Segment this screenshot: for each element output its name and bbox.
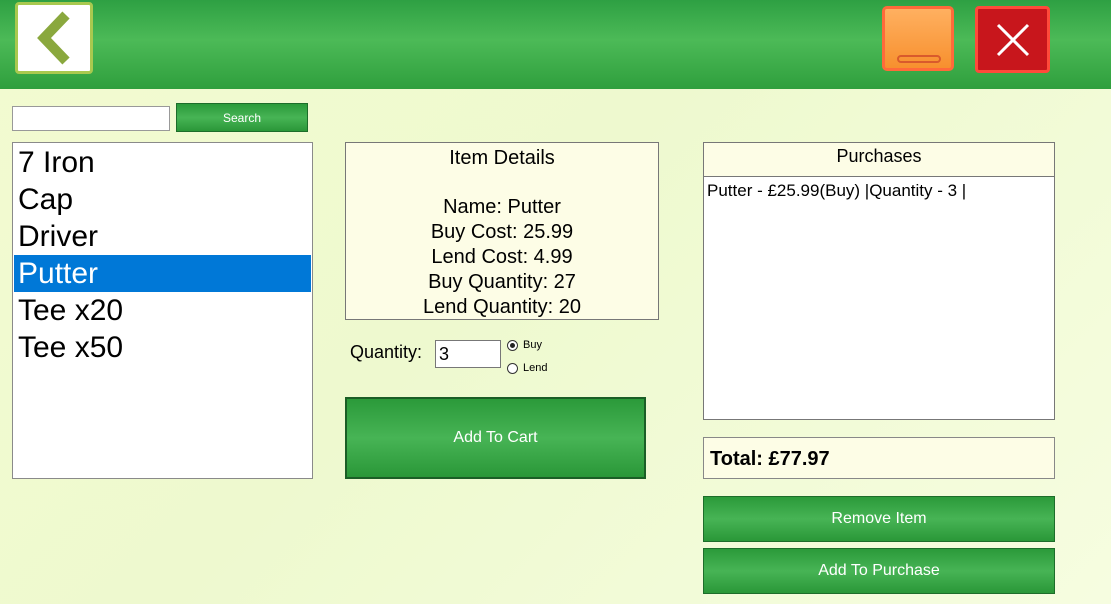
quantity-label: Quantity: [350,342,423,362]
search-input[interactable] [12,106,170,131]
detail-buy-cost: Buy Cost: 25.99 [430,221,574,243]
detail-name: Name: Putter [443,196,561,218]
buy-radio[interactable]: Buy [507,339,542,351]
back-button[interactable] [15,2,93,74]
chevron-left-icon [37,11,70,65]
item-list[interactable]: 7 Iron Cap Driver Putter Tee x20 Tee x50 [12,142,313,479]
minimize-button[interactable] [882,6,954,71]
detail-lend-quantity: Lend Quantity: 20 [423,296,581,318]
detail-buy-quantity: Buy Quantity: 27 [428,271,576,293]
item-details-title: Item Details [449,147,555,169]
remove-item-button[interactable]: Remove Item [703,496,1055,542]
detail-lend-cost: Lend Cost: 4.99 [431,246,573,268]
quantity-input[interactable] [435,340,501,368]
purchases-title: Purchases [703,142,1055,177]
add-to-cart-button[interactable]: Add To Cart [345,397,646,479]
list-item[interactable]: Tee x50 [14,329,311,366]
list-item[interactable]: Putter [14,255,311,292]
lend-radio-dot[interactable] [507,362,518,374]
total-label: Total: £77.97 [703,437,1055,479]
list-item[interactable]: Cap [14,181,311,218]
item-details-panel: Item Details Name: Putter Buy Cost: 25.9… [345,142,659,320]
purchases-list[interactable]: Putter - £25.99(Buy) |Quantity - 3 | [703,176,1055,420]
close-icon [996,23,1029,56]
buy-radio-label: Buy [523,339,542,351]
buy-radio-dot[interactable] [507,339,518,351]
list-item[interactable]: 7 Iron [14,144,311,181]
list-item[interactable]: Putter - £25.99(Buy) |Quantity - 3 | [707,181,1051,201]
minimize-icon [897,55,941,63]
close-button[interactable] [975,6,1050,73]
list-item[interactable]: Driver [14,218,311,255]
lend-radio[interactable]: Lend [507,362,547,374]
add-to-purchase-button[interactable]: Add To Purchase [703,548,1055,594]
lend-radio-label: Lend [523,362,548,374]
search-button[interactable]: Search [176,103,308,132]
title-bar [0,0,1111,89]
list-item[interactable]: Tee x20 [14,292,311,329]
